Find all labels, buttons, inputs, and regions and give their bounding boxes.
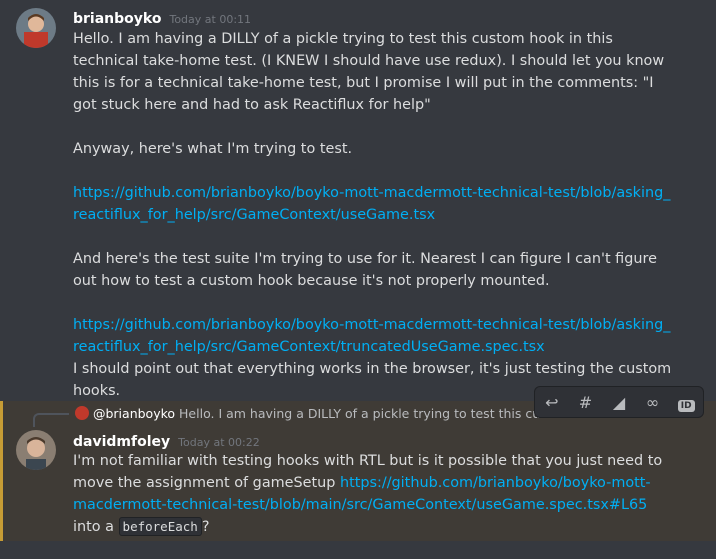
message-toolbar: ↩ # ◢ ∞ ID [535, 387, 703, 417]
reply-preview[interactable]: @brianboyko Hello. I am having a DILLY o… [75, 406, 545, 421]
tag-icon[interactable]: ◢ [607, 393, 631, 412]
message-text: And here's the test suite I'm trying to … [73, 251, 657, 289]
reply-avatar-icon [75, 406, 89, 420]
reply-icon[interactable]: ↩ [540, 393, 564, 412]
github-link[interactable]: https://github.com/brianboyko/boyko-mott… [73, 317, 670, 355]
message-davidmfoley: @brianboyko Hello. I am having a DILLY o… [0, 387, 716, 541]
reply-preview-text: Hello. I am having a DILLY of a pickle t… [179, 406, 545, 421]
timestamp: Today at 00:11 [169, 13, 252, 26]
reply-connector [33, 413, 69, 427]
avatar-brianboyko[interactable] [16, 8, 56, 48]
reply-mention[interactable]: @brianboyko [93, 406, 175, 421]
timestamp: Today at 00:22 [178, 436, 260, 449]
username[interactable]: brianboyko [73, 11, 161, 27]
id-icon[interactable]: ID [674, 393, 698, 412]
thread-icon[interactable]: # [573, 393, 597, 412]
avatar-davidmfoley[interactable] [16, 430, 56, 470]
message-text: Anyway, here's what I'm trying to test. [73, 141, 353, 157]
link-icon[interactable]: ∞ [641, 393, 665, 412]
github-link[interactable]: https://github.com/brianboyko/boyko-mott… [73, 185, 670, 223]
message-text: Hello. I am having a DILLY of a pickle t… [73, 31, 665, 113]
message-text: ? [201, 519, 210, 535]
message-brianboyko: brianboyko Today at 00:11 Hello. I am hav… [0, 0, 716, 400]
message-text: into a [73, 519, 119, 535]
inline-code: beforeEach [118, 517, 202, 536]
username[interactable]: davidmfoley [73, 434, 170, 450]
